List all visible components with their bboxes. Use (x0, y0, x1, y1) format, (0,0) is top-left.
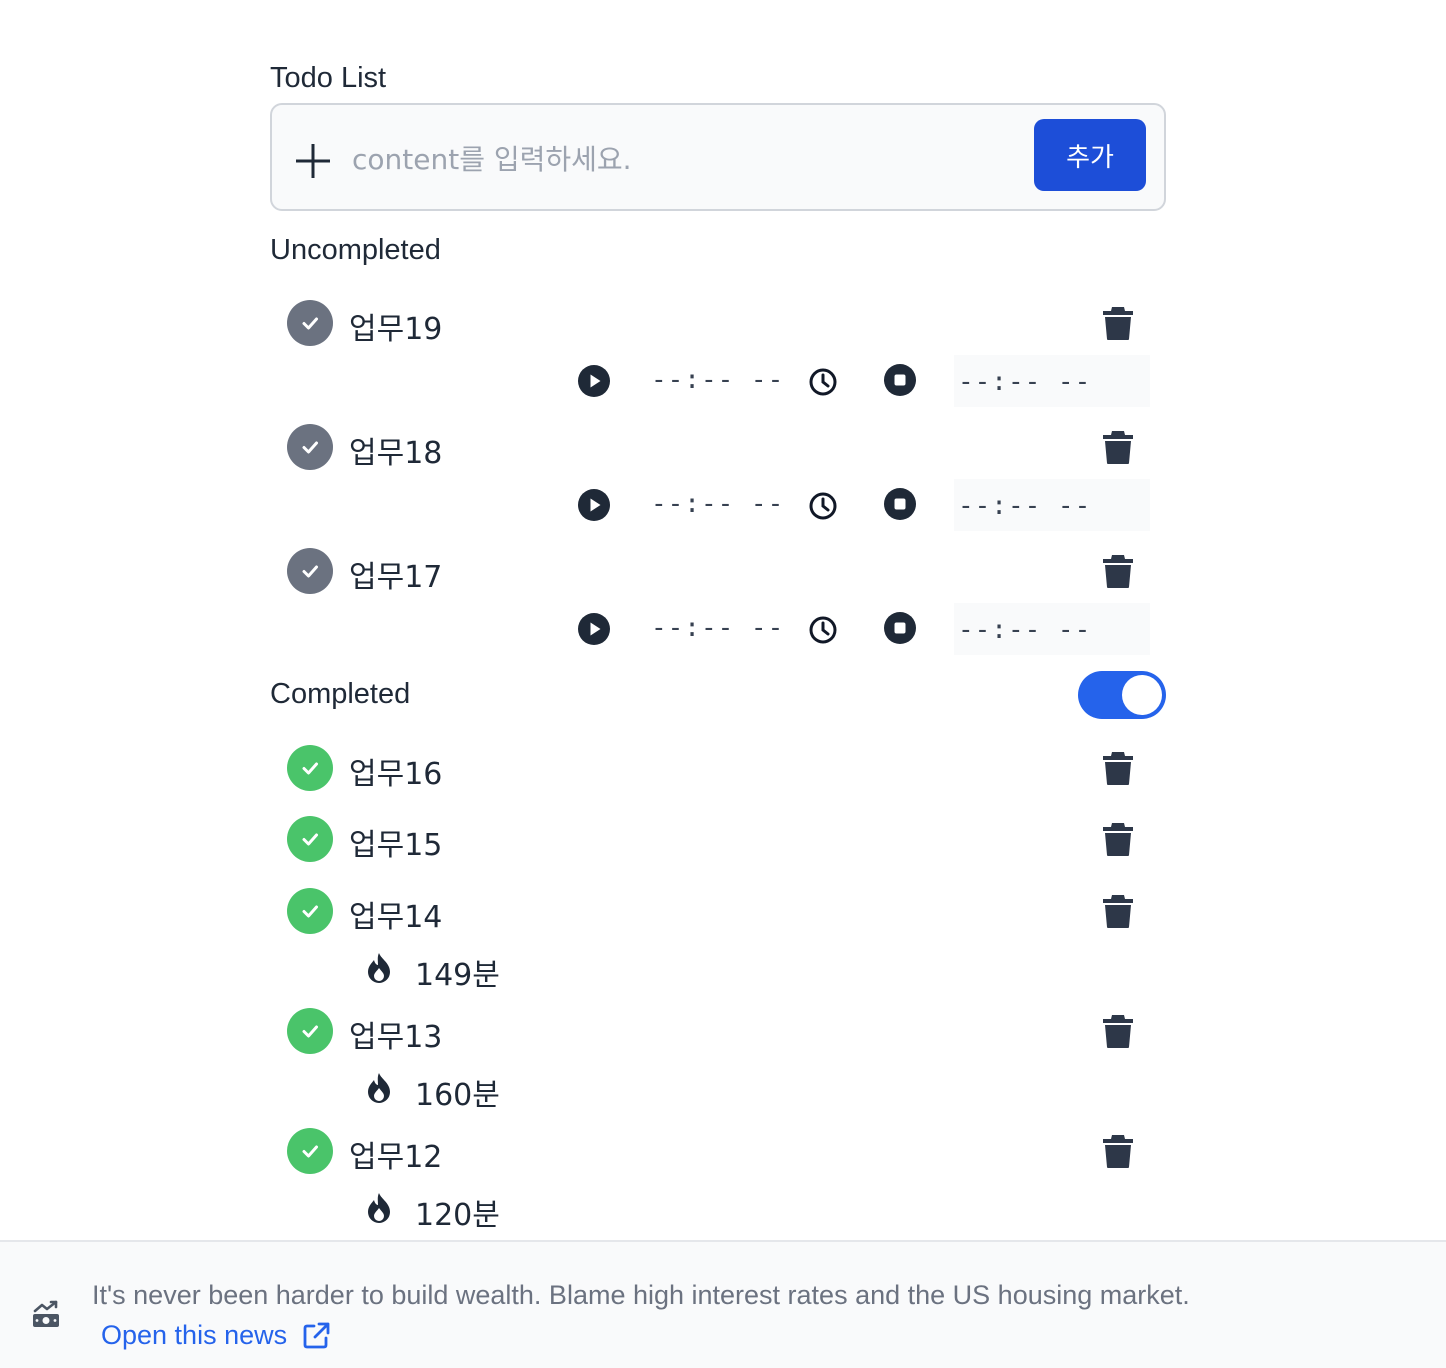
complete-check-button[interactable] (287, 424, 333, 470)
fire-icon (368, 1193, 390, 1223)
complete-check-button[interactable] (287, 816, 333, 862)
complete-check-button[interactable] (287, 1128, 333, 1174)
play-icon[interactable] (578, 365, 610, 397)
plus-icon[interactable] (293, 141, 333, 181)
timer-row: --:-- -- --:-- -- (578, 355, 1150, 407)
start-time-value[interactable]: --:-- -- (651, 489, 784, 519)
trash-icon[interactable] (1102, 750, 1134, 786)
trash-icon[interactable] (1102, 429, 1134, 465)
check-icon (302, 762, 318, 775)
end-time-value[interactable]: --:-- -- (958, 491, 1091, 521)
todo-title: 업무18 (349, 436, 443, 471)
check-icon (302, 317, 318, 330)
app-title: Todo List (270, 62, 387, 94)
duration-value: 120분 (415, 1198, 500, 1233)
start-time-value[interactable]: --:-- -- (651, 613, 784, 643)
clock-icon (809, 492, 837, 520)
timer-row: --:-- -- --:-- -- (578, 603, 1150, 655)
check-icon (302, 905, 318, 918)
completed-heading: Completed (270, 678, 411, 710)
complete-check-button[interactable] (287, 548, 333, 594)
trash-icon[interactable] (1102, 1133, 1134, 1169)
check-icon (302, 833, 318, 846)
duration-row: 120분 (365, 1188, 565, 1233)
complete-check-button[interactable] (287, 300, 333, 346)
open-news-link[interactable]: Open this news (101, 1320, 331, 1351)
stop-icon[interactable] (884, 364, 916, 396)
end-time-value[interactable]: --:-- -- (958, 367, 1091, 397)
play-icon[interactable] (578, 489, 610, 521)
news-footer: It's never been harder to build wealth. … (0, 1240, 1446, 1368)
toggle-knob (1122, 675, 1162, 715)
add-todo-bar: 추가 (270, 103, 1166, 211)
trash-icon[interactable] (1102, 305, 1134, 341)
todo-title: 업무17 (349, 560, 443, 595)
todo-title: 업무15 (349, 828, 443, 863)
todo-title: 업무19 (349, 312, 443, 347)
end-time-value[interactable]: --:-- -- (958, 615, 1091, 645)
timer-row: --:-- -- --:-- -- (578, 479, 1150, 531)
money-growth-icon (33, 1300, 59, 1327)
check-icon (302, 565, 318, 578)
check-icon (302, 1025, 318, 1038)
show-completed-toggle[interactable] (1078, 671, 1166, 719)
trash-icon[interactable] (1102, 821, 1134, 857)
todo-content-input[interactable] (352, 135, 1012, 183)
uncompleted-heading: Uncompleted (270, 234, 441, 266)
check-icon (302, 441, 318, 454)
todo-title: 업무16 (349, 757, 443, 792)
complete-check-button[interactable] (287, 888, 333, 934)
fire-icon (368, 1073, 390, 1103)
clock-icon (809, 368, 837, 396)
check-icon (302, 1145, 318, 1158)
trash-icon[interactable] (1102, 553, 1134, 589)
add-button[interactable]: 추가 (1034, 119, 1146, 191)
stop-icon[interactable] (884, 488, 916, 520)
duration-value: 149분 (415, 958, 500, 993)
stop-icon[interactable] (884, 612, 916, 644)
fire-icon (368, 953, 390, 983)
open-news-label: Open this news (101, 1320, 288, 1350)
duration-row: 160분 (365, 1068, 565, 1113)
duration-row: 149분 (365, 948, 565, 993)
complete-check-button[interactable] (287, 1008, 333, 1054)
play-icon[interactable] (578, 613, 610, 645)
duration-value: 160분 (415, 1078, 500, 1113)
start-time-value[interactable]: --:-- -- (651, 365, 784, 395)
trash-icon[interactable] (1102, 893, 1134, 929)
news-headline: It's never been harder to build wealth. … (92, 1280, 1190, 1310)
todo-title: 업무13 (349, 1020, 443, 1055)
clock-icon (809, 616, 837, 644)
trash-icon[interactable] (1102, 1013, 1134, 1049)
external-link-icon (303, 1322, 330, 1348)
todo-title: 업무12 (349, 1140, 443, 1175)
todo-title: 업무14 (349, 900, 443, 935)
complete-check-button[interactable] (287, 745, 333, 791)
